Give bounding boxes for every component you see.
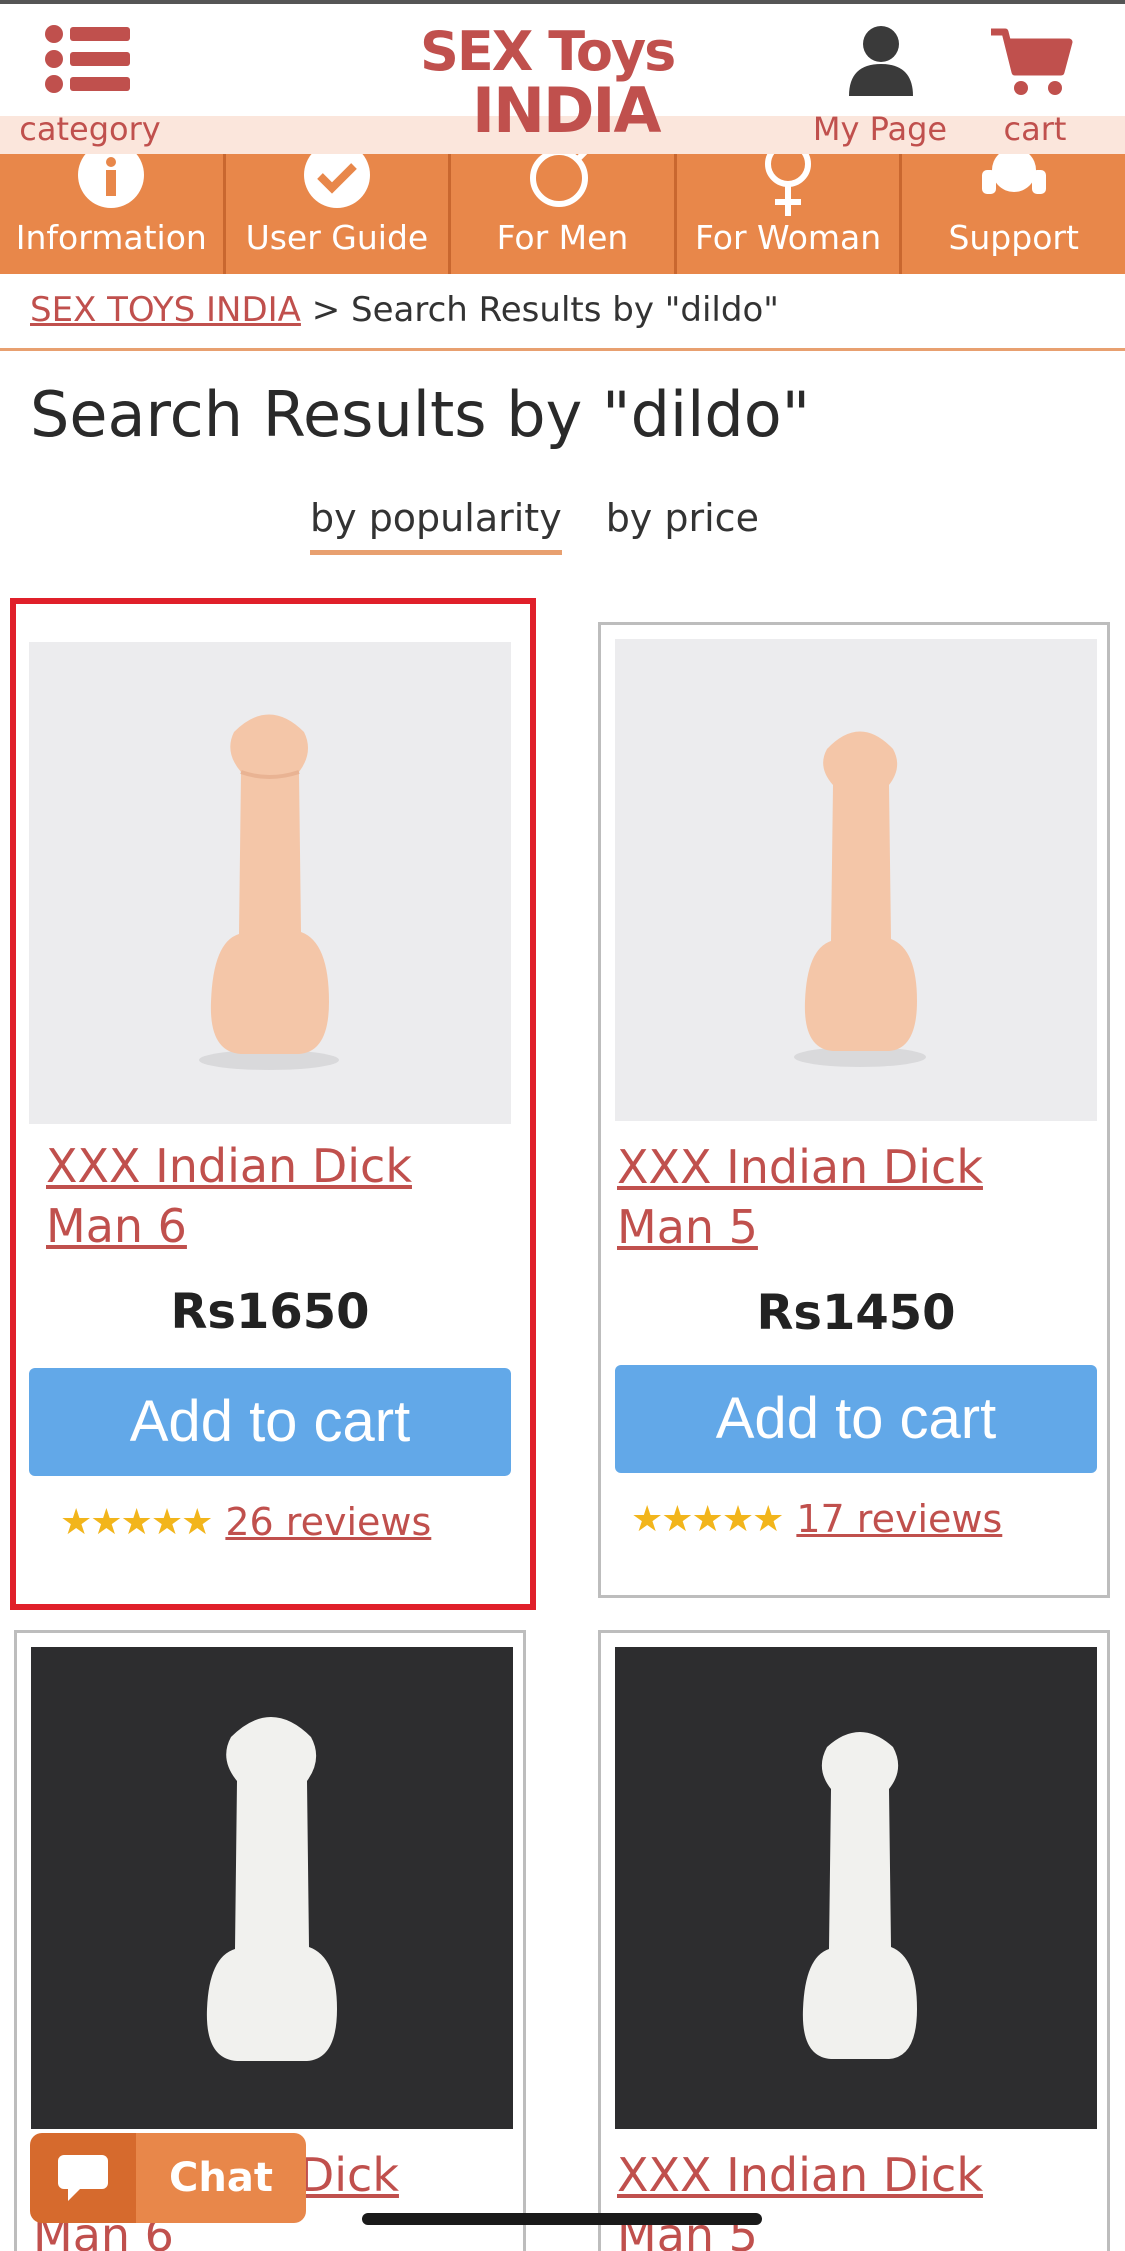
cart-icon: [991, 28, 1073, 95]
product-card[interactable]: XXX Indian Dick Man 6 Rs1650 Add to cart…: [10, 598, 536, 1610]
breadcrumb-separator: >: [311, 290, 341, 330]
category-menu-button[interactable]: category: [0, 24, 180, 154]
cart-label: cart: [1003, 110, 1067, 148]
nav-user-guide[interactable]: User Guide: [226, 154, 452, 274]
chat-label: Chat: [136, 2133, 306, 2223]
product-name-link[interactable]: XXX Indian Dick Man 6: [46, 1136, 516, 1256]
product-name-line1: XXX Indian Dick: [617, 2148, 983, 2202]
product-name-line1: XXX Indian Dick: [617, 1140, 983, 1194]
breadcrumb: SEX TOYS INDIA > Search Results by "dild…: [30, 290, 779, 330]
support-icon: [981, 154, 1046, 194]
nav-for-woman[interactable]: For Woman: [677, 154, 903, 274]
product-name-line2: Man 5: [617, 1200, 758, 1254]
product-image[interactable]: [615, 639, 1097, 1121]
sort-options: by popularity by price: [310, 496, 759, 555]
product-price: Rs1450: [756, 1285, 956, 1341]
home-indicator[interactable]: [362, 2213, 762, 2225]
product-name-link[interactable]: XXX Indian Dick Man 5: [617, 2145, 1087, 2251]
chat-widget-button[interactable]: Chat: [30, 2133, 306, 2223]
product-card[interactable]: XXX Indian Dick Man 5: [598, 1630, 1110, 2251]
check-icon: [303, 154, 370, 208]
product-rating: ★★★★★ 26 reviews: [60, 1500, 431, 1544]
page-title: Search Results by "dildo": [30, 378, 811, 451]
category-label: category: [19, 110, 161, 148]
product-price: Rs1650: [170, 1284, 370, 1340]
product-name-link[interactable]: XXX Indian Dick Man 5: [617, 1137, 1087, 1257]
cart-button[interactable]: cart: [975, 24, 1095, 154]
product-card[interactable]: XXX Indian Dick Man 5 Rs1450 Add to cart…: [598, 622, 1110, 1598]
add-to-cart-button[interactable]: Add to cart: [615, 1365, 1097, 1473]
nav-for-men[interactable]: For Men: [451, 154, 677, 274]
sort-by-popularity[interactable]: by popularity: [310, 496, 562, 555]
product-rating: ★★★★★ 17 reviews: [631, 1497, 1002, 1541]
my-page-button[interactable]: My Page: [800, 24, 960, 154]
list-icon: [45, 25, 130, 93]
nav-information[interactable]: Information: [0, 154, 226, 274]
main-nav: Information User Guide For Men For Woman…: [0, 154, 1125, 274]
nav-support[interactable]: Support: [902, 154, 1125, 274]
star-rating-icon: ★★★★★: [60, 1501, 213, 1543]
female-icon: [765, 154, 812, 216]
product-image[interactable]: [31, 1647, 513, 2129]
breadcrumb-divider: [0, 348, 1125, 351]
breadcrumb-current: Search Results by "dildo": [351, 290, 779, 330]
nav-for-men-label: For Men: [496, 218, 629, 257]
nav-user-guide-label: User Guide: [245, 218, 429, 257]
star-rating-icon: ★★★★★: [631, 1498, 784, 1540]
logo-line2: INDIA: [472, 74, 661, 147]
product-name-line2: Man 6: [46, 1199, 187, 1253]
nav-for-woman-label: For Woman: [694, 218, 882, 257]
nav-support-label: Support: [948, 218, 1079, 257]
site-logo[interactable]: SEX Toys INDIA: [400, 18, 720, 148]
reviews-link[interactable]: 26 reviews: [225, 1500, 431, 1544]
breadcrumb-home-link[interactable]: SEX TOYS INDIA: [30, 290, 301, 330]
product-image[interactable]: [29, 642, 511, 1124]
reviews-link[interactable]: 17 reviews: [796, 1497, 1002, 1541]
user-icon: [849, 26, 913, 96]
info-icon: [78, 154, 145, 208]
sort-by-price[interactable]: by price: [606, 496, 759, 555]
chat-bubble-icon: [30, 2133, 136, 2223]
product-name-line2: Man 5: [617, 2208, 758, 2251]
product-name-line1: XXX Indian Dick: [46, 1139, 412, 1193]
product-image[interactable]: [615, 1647, 1097, 2129]
site-header: category SEX Toys INDIA My Page cart: [0, 4, 1125, 158]
add-to-cart-button[interactable]: Add to cart: [29, 1368, 511, 1476]
nav-information-label: Information: [15, 218, 207, 257]
my-page-label: My Page: [812, 110, 948, 148]
male-icon: [530, 154, 589, 207]
